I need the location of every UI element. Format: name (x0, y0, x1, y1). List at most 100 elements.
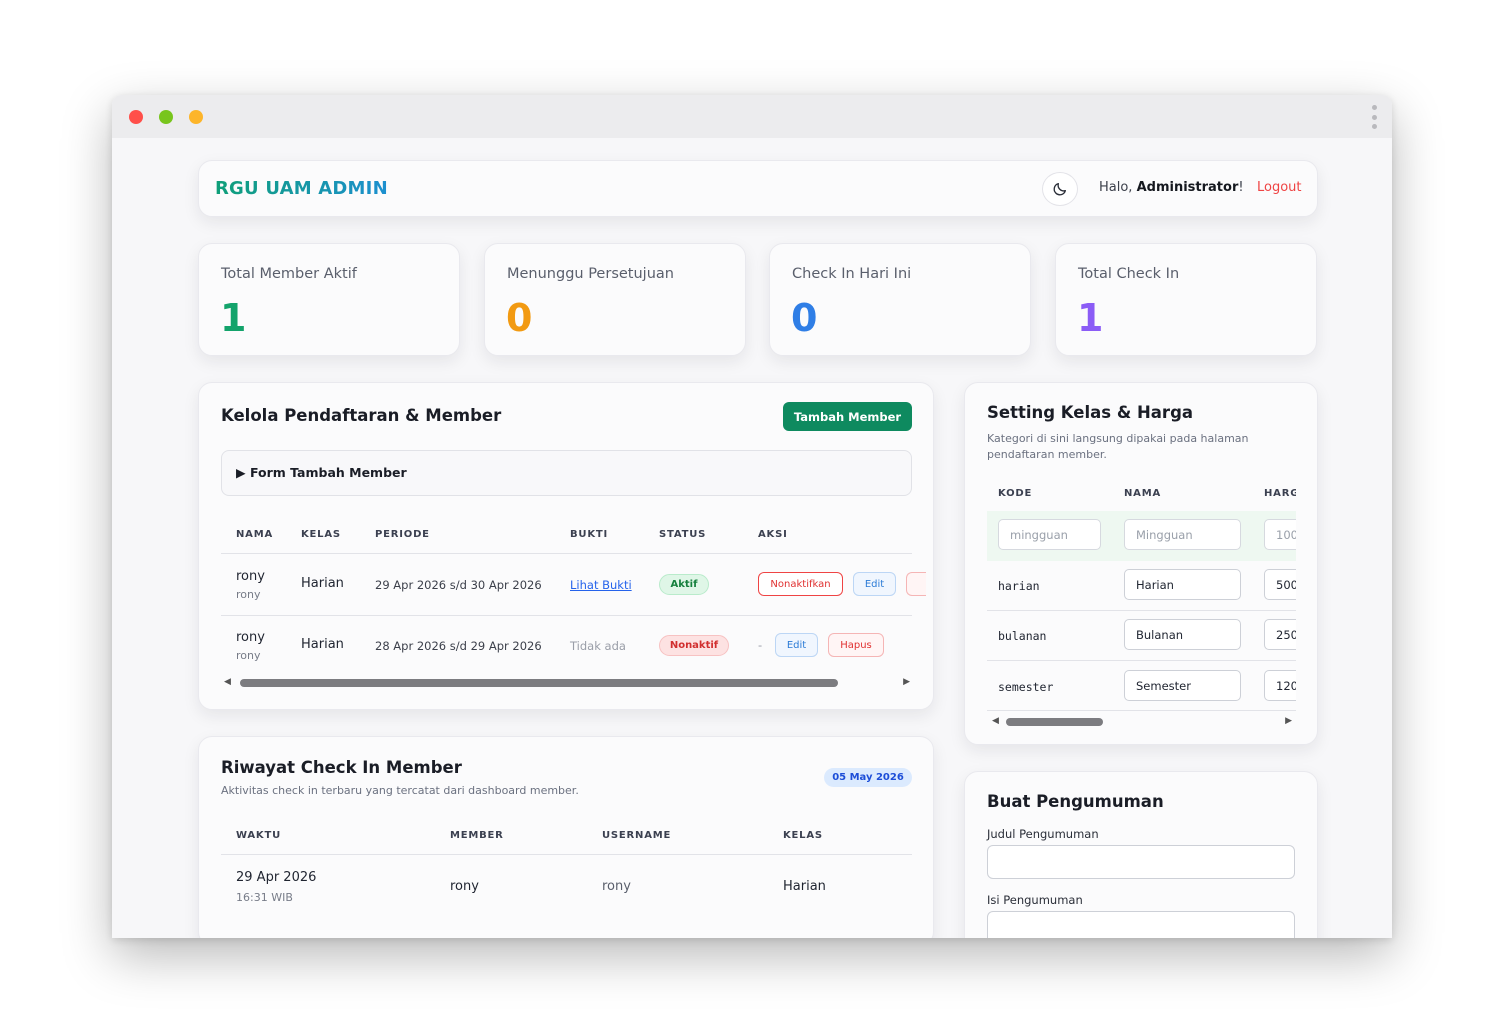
scrollbar-thumb[interactable] (1006, 718, 1103, 726)
status-badge: Nonaktif (659, 635, 729, 656)
form-toggle-label: ▶ Form Tambah Member (236, 465, 407, 480)
column-header: HARG (1264, 488, 1296, 499)
action-dash: - (758, 638, 763, 652)
section-title: Riwayat Check In Member (221, 758, 462, 777)
view-proof-link[interactable]: Lihat Bukti (570, 578, 632, 592)
judul-input[interactable] (987, 845, 1295, 879)
stat-label: Menunggu Persetujuan (507, 266, 674, 282)
harga-input[interactable]: 120 (1264, 670, 1296, 701)
row-divider (987, 710, 1296, 711)
horizontal-scrollbar[interactable]: ◀ ▶ (224, 677, 912, 689)
column-header: KELAS (783, 830, 823, 841)
isi-label: Isi Pengumuman (987, 893, 1083, 907)
harga-input[interactable]: 250 (1264, 619, 1296, 650)
delete-button[interactable]: Hapus (828, 633, 884, 657)
stat-total-member-aktif: Total Member Aktif 1 (198, 243, 460, 356)
member-periode: 28 Apr 2026 s/d 29 Apr 2026 (375, 639, 542, 653)
scroll-right-icon[interactable]: ▶ (1285, 716, 1292, 726)
moon-icon (1053, 183, 1066, 196)
logout-link[interactable]: Logout (1257, 180, 1302, 195)
add-member-button[interactable]: Tambah Member (783, 402, 912, 431)
checkin-date: 29 Apr 2026 (236, 870, 317, 885)
status-badge: Aktif (659, 574, 709, 595)
section-title: Setting Kelas & Harga (987, 403, 1194, 422)
header-divider (221, 553, 912, 554)
stat-total-check-in: Total Check In 1 (1055, 243, 1317, 356)
theme-toggle-button[interactable] (1042, 172, 1078, 206)
stat-label: Check In Hari Ini (792, 266, 912, 282)
nama-input[interactable]: Harian (1124, 569, 1241, 600)
date-badge: 05 May 2026 (824, 768, 912, 787)
row-divider (987, 660, 1296, 661)
stat-label: Total Member Aktif (221, 266, 357, 282)
stat-value: 0 (791, 296, 818, 340)
checkin-history-card: Riwayat Check In Member Aktivitas check … (198, 736, 934, 938)
scroll-left-icon[interactable]: ◀ (224, 677, 231, 687)
top-navbar: RGU UAM ADMIN Halo, Administrator! Logou… (198, 160, 1318, 217)
nama-input[interactable]: Bulanan (1124, 619, 1241, 650)
member-username: rony (236, 588, 261, 601)
header-divider (221, 854, 912, 855)
zoom-window-dot[interactable] (159, 110, 173, 124)
stat-value: 1 (220, 296, 247, 340)
checkin-time: 16:31 WIB (236, 891, 293, 904)
checkin-kelas: Harian (783, 879, 826, 894)
stat-value: 0 (506, 296, 533, 340)
section-subtitle: Kategori di sini langsung dipakai pada h… (987, 432, 1249, 461)
close-window-dot[interactable] (129, 110, 143, 124)
isi-textarea[interactable] (987, 911, 1295, 938)
column-header: KELAS (301, 529, 341, 540)
minimize-window-dot[interactable] (189, 110, 203, 124)
checkin-member: rony (450, 879, 479, 894)
column-header: BUKTI (570, 529, 609, 540)
column-header: AKSI (758, 529, 788, 540)
column-header: MEMBER (450, 830, 504, 841)
scroll-left-icon[interactable]: ◀ (992, 716, 999, 726)
column-header: NAMA (236, 529, 273, 540)
delete-button-clipped[interactable] (906, 572, 926, 596)
greeting-prefix: Halo, (1099, 180, 1137, 195)
kode-value: bulanan (998, 629, 1047, 643)
brand-title: RGU UAM ADMIN (215, 178, 388, 199)
new-kode-input[interactable]: mingguan (998, 519, 1101, 550)
stat-menunggu-persetujuan: Menunggu Persetujuan 0 (484, 243, 746, 356)
column-header: STATUS (659, 529, 707, 540)
column-header: WAKTU (236, 830, 282, 841)
dashboard-content: RGU UAM ADMIN Halo, Administrator! Logou… (112, 138, 1392, 938)
checkin-username: rony (602, 879, 631, 894)
edit-button[interactable]: Edit (853, 572, 896, 596)
edit-button[interactable]: Edit (775, 633, 818, 657)
announcement-card: Buat Pengumuman Judul Pengumuman Isi Pen… (964, 771, 1318, 938)
new-nama-input[interactable]: Mingguan (1124, 519, 1241, 550)
browser-window: RGU UAM ADMIN Halo, Administrator! Logou… (112, 95, 1392, 938)
judul-label: Judul Pengumuman (987, 827, 1099, 841)
greeting: Halo, Administrator! (1099, 180, 1244, 195)
member-name: rony (236, 630, 265, 645)
section-subtitle: Aktivitas check in terbaru yang tercatat… (221, 784, 579, 797)
add-member-form-toggle[interactable]: ▶ Form Tambah Member (221, 450, 912, 496)
column-header: USERNAME (602, 830, 672, 841)
pricing-table: KODE NAMA HARG mingguan Mingguan 100 har… (987, 478, 1296, 738)
class-pricing-card: Setting Kelas & Harga Kategori di sini l… (964, 382, 1318, 745)
nama-input[interactable]: Semester (1124, 670, 1241, 701)
harga-input[interactable]: 500 (1264, 569, 1296, 600)
column-header: NAMA (1124, 488, 1161, 499)
row-divider (221, 615, 912, 616)
scrollbar-thumb[interactable] (240, 679, 838, 687)
deactivate-button[interactable]: Nonaktifkan (758, 572, 843, 596)
stat-check-in-hari-ini: Check In Hari Ini 0 (769, 243, 1031, 356)
member-kelas: Harian (301, 637, 344, 652)
horizontal-scrollbar[interactable]: ◀ ▶ (992, 716, 1292, 728)
member-kelas: Harian (301, 576, 344, 591)
scroll-right-icon[interactable]: ▶ (903, 677, 910, 687)
row-divider (987, 610, 1296, 611)
user-name: Administrator (1136, 180, 1239, 195)
new-harga-input[interactable]: 100 (1264, 519, 1296, 550)
section-title: Kelola Pendaftaran & Member (221, 406, 502, 425)
member-username: rony (236, 649, 261, 662)
more-options-icon[interactable] (1370, 105, 1378, 129)
greeting-suffix: ! (1238, 180, 1244, 195)
stat-label: Total Check In (1078, 266, 1180, 282)
kode-value: harian (998, 579, 1040, 593)
window-titlebar (112, 95, 1392, 138)
